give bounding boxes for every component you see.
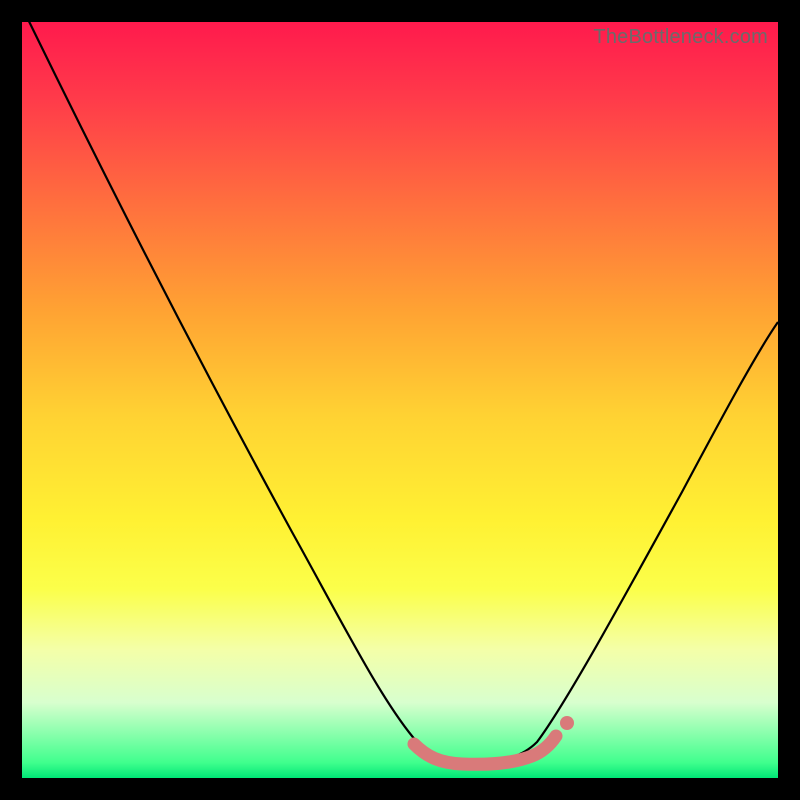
plot-area: TheBottleneck.com xyxy=(22,22,778,778)
bottleneck-curve xyxy=(22,22,778,762)
pink-trough-band xyxy=(414,736,556,764)
curve-layer xyxy=(22,22,778,778)
pink-trough-dot xyxy=(560,716,574,730)
chart-frame: TheBottleneck.com xyxy=(0,0,800,800)
